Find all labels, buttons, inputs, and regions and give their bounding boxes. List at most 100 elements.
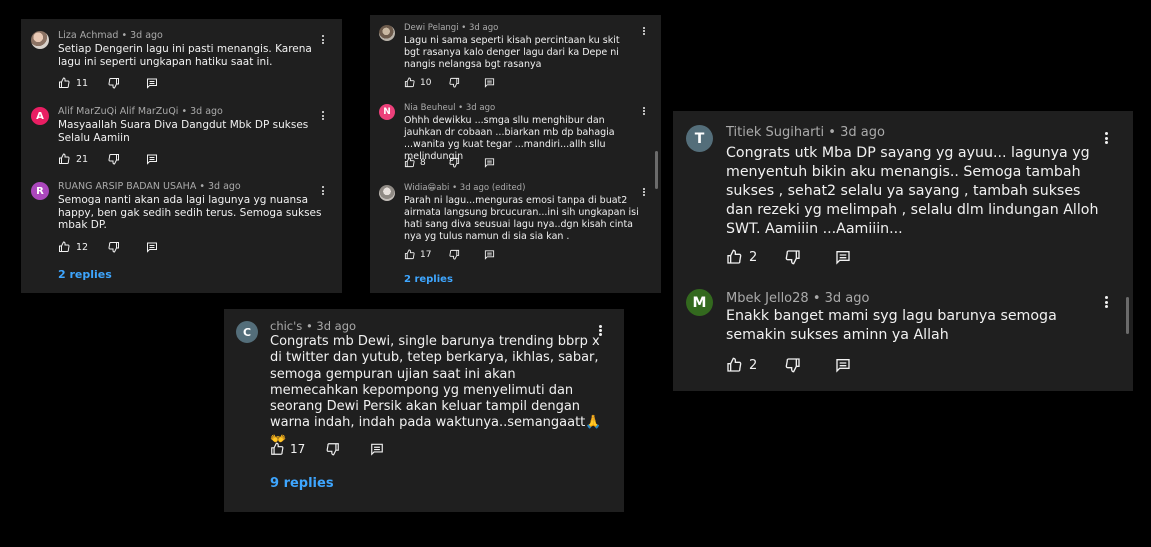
comment-text: Masyaallah Suara Diva Dangdut Mbk DP suk…: [58, 119, 309, 144]
like-count: 21: [76, 153, 89, 165]
comment-actions: 17: [404, 249, 495, 260]
author-name[interactable]: RUANG ARSIP BADAN USAHA: [58, 181, 196, 192]
comment-icon[interactable]: [146, 77, 158, 89]
comment-time[interactable]: 3d ago: [190, 106, 223, 117]
comment-actions: 11: [58, 77, 158, 89]
comment-actions: 21: [58, 153, 158, 165]
thumb-down-icon[interactable]: [449, 77, 460, 88]
author-name[interactable]: Titiek Sugiharti: [726, 125, 824, 140]
like-count: 17: [290, 442, 306, 456]
user-avatar[interactable]: N: [379, 104, 395, 120]
comment-time[interactable]: 3d ago: [130, 30, 163, 41]
thumb-down-icon[interactable]: [449, 157, 460, 168]
comment-text: Congrats mb Dewi, single barunya trendin…: [270, 334, 602, 447]
user-avatar[interactable]: T: [686, 125, 713, 152]
comment-actions: 17: [270, 442, 384, 456]
comment-text: Semoga nanti akan ada lagi lagunya yg nu…: [58, 194, 322, 231]
comment-actions: 2: [726, 249, 851, 265]
comment-panel-1: Liza Achmad • 3d ago Setiap Dengerin lag…: [21, 19, 342, 293]
author-name[interactable]: Widia😁abi: [404, 183, 449, 193]
comment-icon[interactable]: [484, 157, 495, 168]
comment-meta: Nia Beuheul • 3d ago: [404, 103, 496, 113]
more-vert-icon[interactable]: [321, 111, 325, 120]
thumb-down-icon[interactable]: [108, 77, 120, 89]
comment-icon[interactable]: [146, 241, 158, 253]
comment-text: Congrats utk Mba DP sayang yg ayuu... la…: [726, 145, 1099, 237]
comment-panel-3: C chic's • 3d ago Congrats mb Dewi, sing…: [224, 309, 624, 512]
view-replies-link[interactable]: 2 replies: [58, 268, 112, 281]
comment-actions: 12: [58, 241, 158, 253]
thumb-up-icon[interactable]: [726, 249, 742, 265]
thumb-down-icon[interactable]: [785, 357, 801, 373]
thumb-down-icon[interactable]: [449, 249, 460, 260]
like-count: 2: [749, 249, 758, 265]
view-replies-link[interactable]: 9 replies: [270, 476, 334, 491]
author-name[interactable]: Liza Achmad: [58, 30, 118, 41]
comment-text: Parah ni lagu...menguras emosi tanpa di …: [404, 195, 639, 242]
author-name[interactable]: Nia Beuheul: [404, 103, 455, 113]
more-vert-icon[interactable]: [321, 186, 325, 195]
user-avatar[interactable]: A: [31, 107, 49, 125]
comment-time[interactable]: 3d ago: [825, 291, 870, 306]
comment-meta: chic's • 3d ago: [270, 319, 357, 333]
thumb-up-icon[interactable]: [726, 357, 742, 373]
thumb-down-icon[interactable]: [108, 241, 120, 253]
scrollbar-thumb[interactable]: [1126, 297, 1129, 334]
comment-meta: Alif MarZuQi Alif MarZuQi • 3d ago: [58, 106, 223, 117]
comment-icon[interactable]: [835, 249, 851, 265]
like-count: 10: [420, 77, 432, 88]
comment-time[interactable]: 3d ago: [840, 125, 885, 140]
like-count: 12: [76, 241, 89, 253]
thumb-up-icon[interactable]: [58, 153, 70, 165]
edited-label: (edited): [491, 183, 526, 193]
comment-time[interactable]: 3d ago: [460, 183, 489, 193]
thumb-up-icon[interactable]: [58, 77, 70, 89]
comment-time[interactable]: 3d ago: [316, 319, 356, 333]
comment-time[interactable]: 3d ago: [466, 103, 495, 113]
thumb-up-icon[interactable]: [404, 157, 415, 168]
like-count: 8: [420, 157, 426, 168]
user-avatar[interactable]: M: [686, 289, 713, 316]
comment-time[interactable]: 3d ago: [469, 23, 498, 33]
thumb-up-icon[interactable]: [404, 77, 415, 88]
user-avatar[interactable]: [31, 31, 49, 49]
comment-meta: Dewi Pelangi • 3d ago: [404, 23, 499, 33]
comment-actions: 8: [404, 157, 495, 168]
thumb-up-icon[interactable]: [404, 249, 415, 260]
more-vert-icon[interactable]: [642, 107, 646, 115]
comment-text: Lagu ni sama seperti kisah percintaan ku…: [404, 35, 620, 70]
thumb-down-icon[interactable]: [108, 153, 120, 165]
thumb-down-icon[interactable]: [785, 249, 801, 265]
comment-icon[interactable]: [484, 249, 495, 260]
author-name[interactable]: Mbek Jello28: [726, 291, 809, 306]
more-vert-icon[interactable]: [321, 35, 325, 44]
more-vert-icon[interactable]: [598, 325, 602, 336]
like-count: 17: [420, 249, 432, 260]
comment-icon[interactable]: [146, 153, 158, 165]
user-avatar[interactable]: [379, 25, 395, 41]
author-name[interactable]: Alif MarZuQi Alif MarZuQi: [58, 106, 178, 117]
thumb-up-icon[interactable]: [270, 442, 284, 456]
comment-panel-4: T Titiek Sugiharti • 3d ago Congrats utk…: [673, 111, 1133, 391]
thumb-up-icon[interactable]: [58, 241, 70, 253]
more-vert-icon[interactable]: [642, 27, 646, 35]
more-vert-icon[interactable]: [642, 188, 646, 196]
view-replies-link[interactable]: 2 replies: [404, 274, 453, 285]
comment-time[interactable]: 3d ago: [208, 181, 241, 192]
comment-icon[interactable]: [484, 77, 495, 88]
more-vert-icon[interactable]: [1104, 132, 1108, 144]
comment-icon[interactable]: [370, 442, 384, 456]
user-avatar[interactable]: C: [236, 321, 258, 343]
more-vert-icon[interactable]: [1104, 296, 1108, 308]
comment-text: Setiap Dengerin lagu ini pasti menangis.…: [58, 43, 312, 68]
comment-icon[interactable]: [835, 357, 851, 373]
thumb-down-icon[interactable]: [326, 442, 340, 456]
author-name[interactable]: Dewi Pelangi: [404, 23, 459, 33]
comment-meta: Liza Achmad • 3d ago: [58, 30, 163, 41]
scrollbar-thumb[interactable]: [655, 151, 658, 189]
user-avatar[interactable]: R: [31, 182, 49, 200]
user-avatar[interactable]: [379, 185, 395, 201]
author-name[interactable]: chic's: [270, 319, 302, 333]
comment-actions: 10: [404, 77, 495, 88]
comment-text: Enakk banget mami syg lagu barunya semog…: [726, 308, 1057, 343]
